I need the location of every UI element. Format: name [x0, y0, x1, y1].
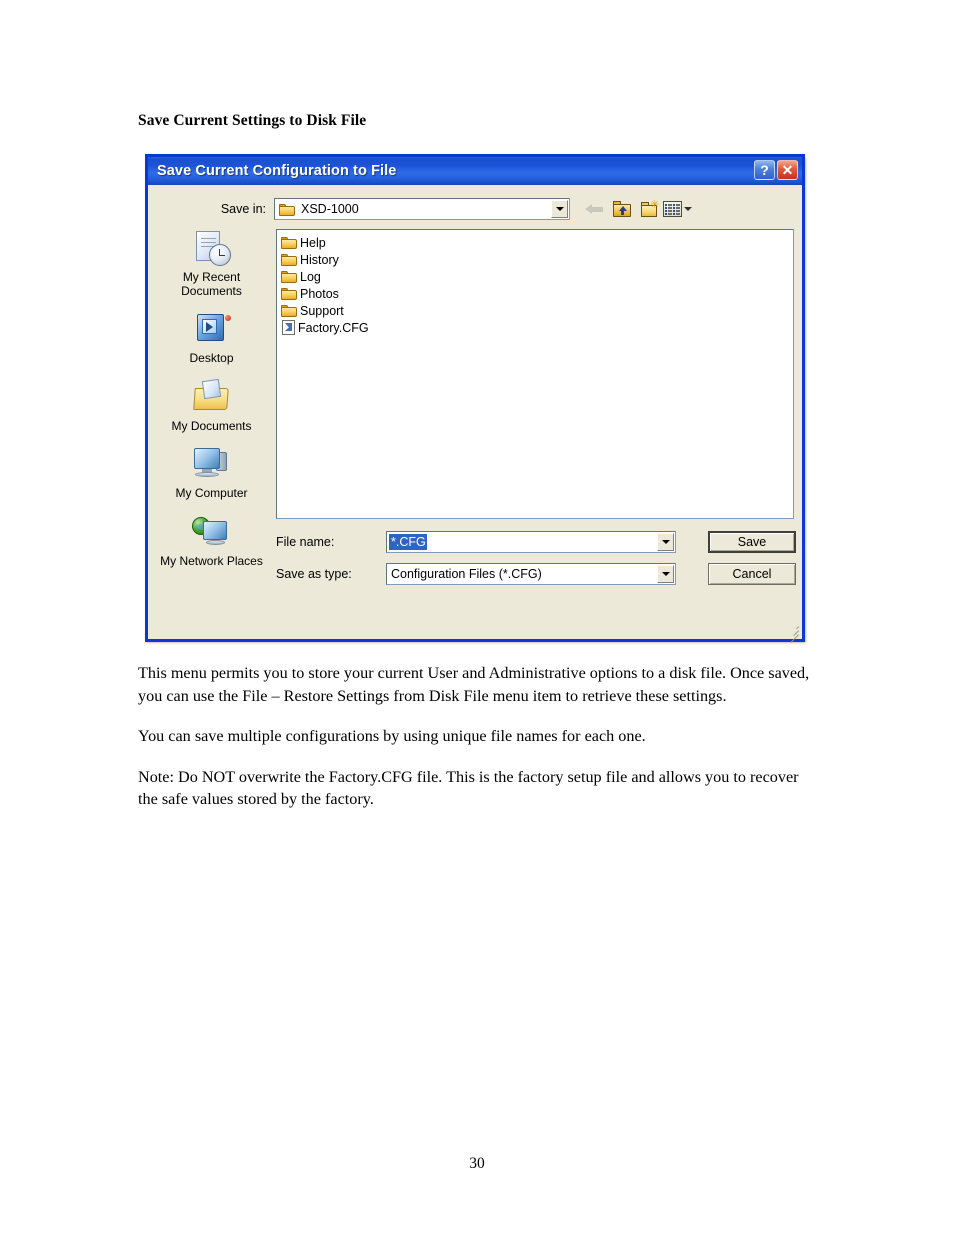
- my-computer-icon: [190, 445, 234, 485]
- my-network-places-icon: [190, 513, 234, 553]
- paragraph: Note: Do NOT overwrite the Factory.CFG f…: [138, 767, 799, 809]
- titlebar-buttons: ? ✕: [754, 160, 798, 180]
- folder-icon: [279, 203, 295, 216]
- my-documents-icon: [190, 378, 234, 418]
- file-name-row: File name: *.CFG: [276, 531, 676, 553]
- folder-icon: [281, 236, 297, 249]
- list-item[interactable]: Log: [281, 268, 793, 285]
- back-icon[interactable]: [582, 198, 605, 220]
- file-list[interactable]: Help History Log Photos Support Factory.…: [276, 229, 794, 519]
- folder-icon: [281, 270, 297, 283]
- list-item-label: Support: [300, 303, 344, 318]
- chevron-down-icon[interactable]: [551, 200, 568, 218]
- paragraph: This menu permits you to store your curr…: [138, 664, 810, 705]
- place-item-my-network-places[interactable]: My Network Places: [154, 513, 269, 569]
- place-item-recent-documents[interactable]: My Recent Documents: [154, 229, 269, 298]
- place-label: Desktop: [189, 351, 234, 365]
- place-label: My Computer: [175, 486, 248, 500]
- file-name-input[interactable]: *.CFG: [386, 531, 676, 553]
- new-folder-icon[interactable]: ✳: [638, 198, 661, 220]
- folder-icon: [281, 287, 297, 300]
- list-item[interactable]: Help: [281, 234, 793, 251]
- resize-grip[interactable]: [786, 623, 799, 643]
- save-as-type-row: Save as type: Configuration Files (*.CFG…: [276, 563, 676, 585]
- save-button[interactable]: Save: [708, 531, 796, 553]
- chevron-down-icon[interactable]: [657, 533, 674, 551]
- config-file-icon: [282, 320, 295, 335]
- place-item-my-computer[interactable]: My Computer: [154, 445, 269, 501]
- save-as-type-label: Save as type:: [276, 567, 352, 581]
- help-icon[interactable]: ?: [754, 160, 775, 180]
- list-item-label: Help: [300, 235, 326, 250]
- chevron-down-icon[interactable]: [657, 565, 674, 583]
- page-heading: Save Current Settings to Disk File: [138, 112, 367, 129]
- up-one-level-icon[interactable]: [610, 198, 633, 220]
- place-label: My Documents: [171, 418, 252, 433]
- recent-documents-icon: [190, 229, 234, 269]
- save-in-value: XSD-1000: [301, 202, 359, 216]
- save-in-label: Save in:: [220, 202, 266, 216]
- chevron-down-icon[interactable]: [684, 207, 692, 211]
- dialog-title: Save Current Configuration to File: [157, 163, 397, 179]
- cancel-button[interactable]: Cancel: [708, 563, 796, 585]
- list-item-label: History: [300, 252, 339, 267]
- list-item[interactable]: Photos: [281, 285, 793, 302]
- folder-icon: [281, 304, 297, 317]
- close-icon[interactable]: ✕: [777, 160, 798, 180]
- document-page: Save Current Settings to Disk File Save …: [0, 0, 954, 1235]
- file-name-label: File name:: [276, 535, 335, 549]
- dialog-toolbar: ✳: [582, 198, 692, 220]
- dialog-titlebar[interactable]: Save Current Configuration to File ? ✕: [145, 154, 805, 185]
- body-text: This menu permits you to store your curr…: [138, 662, 810, 811]
- save-as-type-value: Configuration Files (*.CFG): [391, 567, 542, 581]
- place-item-desktop[interactable]: Desktop: [154, 310, 269, 366]
- save-in-row: Save in: XSD-1000 ✳: [148, 197, 802, 221]
- file-name-value: *.CFG: [389, 534, 427, 550]
- list-item-label: Log: [300, 269, 321, 284]
- list-item[interactable]: Factory.CFG: [281, 319, 793, 336]
- folder-icon: [281, 253, 297, 266]
- paragraph: You can save multiple configurations by …: [138, 727, 646, 745]
- place-item-my-documents[interactable]: My Documents: [154, 378, 269, 434]
- places-bar: My Recent Documents Desktop My Documents…: [154, 229, 269, 599]
- dialog-body: Save in: XSD-1000 ✳ My Recent Documents …: [148, 185, 802, 643]
- views-icon[interactable]: [663, 198, 692, 220]
- save-in-dropdown[interactable]: XSD-1000: [274, 198, 570, 220]
- place-label: My Network Places: [160, 553, 263, 568]
- page-number: 30: [469, 1155, 485, 1172]
- place-label: My Recent Documents: [181, 270, 242, 298]
- list-item-label: Factory.CFG: [298, 320, 369, 335]
- list-item[interactable]: History: [281, 251, 793, 268]
- list-item-label: Photos: [300, 286, 339, 301]
- list-item[interactable]: Support: [281, 302, 793, 319]
- save-as-type-dropdown[interactable]: Configuration Files (*.CFG): [386, 563, 676, 585]
- desktop-icon: [190, 310, 234, 350]
- save-configuration-dialog: Save Current Configuration to File ? ✕ S…: [145, 154, 805, 643]
